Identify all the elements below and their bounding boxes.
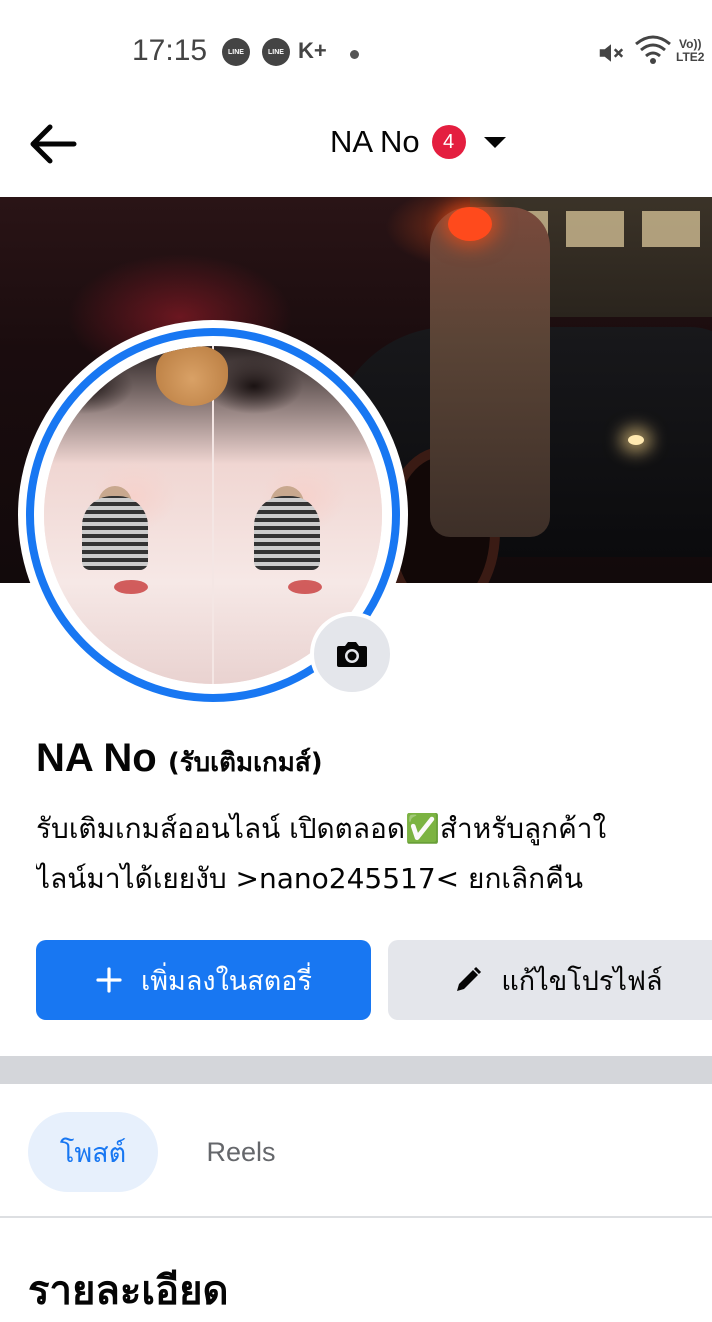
line-icon: LINE bbox=[222, 38, 250, 66]
tab-posts-label: โพสต์ bbox=[59, 1137, 127, 1169]
edit-profile-button[interactable]: แก้ไขโปรไฟล์ bbox=[388, 940, 712, 1020]
tab-posts[interactable]: โพสต์ bbox=[28, 1112, 158, 1192]
camera-icon bbox=[337, 642, 367, 667]
change-profile-photo-button[interactable] bbox=[310, 612, 394, 696]
k-plus-icon: K+ bbox=[298, 38, 327, 63]
avatar-lips bbox=[114, 580, 148, 594]
top-navigation: NA No 4 bbox=[0, 100, 712, 196]
add-to-story-label: เพิ่มลงในสตอรี่ bbox=[141, 965, 312, 997]
profile-name: NA No (รับเติมเกมส์) bbox=[36, 736, 323, 783]
tabs-divider bbox=[0, 1216, 712, 1218]
volte-icon: Vo)) LTE2 bbox=[676, 38, 704, 64]
notification-badge: 4 bbox=[431, 125, 466, 159]
back-button[interactable] bbox=[24, 114, 84, 174]
arrow-left-icon bbox=[30, 124, 77, 164]
section-divider bbox=[0, 1056, 712, 1084]
tab-reels[interactable]: Reels bbox=[176, 1112, 306, 1192]
dot-icon bbox=[350, 50, 359, 59]
wifi-icon bbox=[634, 34, 672, 66]
tab-reels-label: Reels bbox=[206, 1136, 276, 1167]
caret-down-icon bbox=[483, 136, 506, 148]
person-sticker bbox=[254, 496, 320, 570]
edit-profile-label: แก้ไขโปรไฟล์ bbox=[501, 965, 663, 997]
cover-headlight bbox=[628, 435, 644, 445]
volte-label-bottom: LTE2 bbox=[676, 50, 705, 64]
cat-sticker bbox=[156, 346, 228, 406]
avatar-lips bbox=[288, 580, 322, 594]
add-to-story-button[interactable]: เพิ่มลงในสตอรี่ bbox=[36, 940, 371, 1020]
cover-window bbox=[642, 211, 700, 247]
line-icon: LINE bbox=[262, 38, 290, 66]
pencil-icon bbox=[453, 965, 483, 995]
profile-name-alternate: (รับเติมเกมส์) bbox=[167, 748, 323, 778]
profile-bio: รับเติมเกมส์ออนไลน์ เปิดตลอด✅สำหรับลูกค้… bbox=[36, 804, 712, 904]
mute-icon bbox=[596, 38, 624, 66]
cover-glowing-mask bbox=[448, 207, 492, 241]
bio-line: รับเติมเกมส์ออนไลน์ เปิดตลอด✅สำหรับลูกค้… bbox=[36, 812, 607, 845]
profile-name-main: NA No bbox=[36, 736, 157, 780]
profile-switcher[interactable]: NA No 4 bbox=[330, 120, 506, 164]
details-heading: รายละเอียด bbox=[28, 1268, 229, 1314]
plus-icon bbox=[95, 966, 123, 994]
nav-title: NA No bbox=[330, 124, 420, 159]
status-time: 17:15 bbox=[132, 34, 208, 67]
cover-figure bbox=[430, 207, 550, 537]
bio-line: ไลน์มาได้เยยงับ >nano245517< ยกเลิกคืน bbox=[36, 862, 583, 895]
status-bar: 17:15 LINE LINE K+ Vo)) LTE2 bbox=[0, 0, 712, 100]
cover-window bbox=[566, 211, 624, 247]
person-sticker bbox=[82, 496, 148, 570]
